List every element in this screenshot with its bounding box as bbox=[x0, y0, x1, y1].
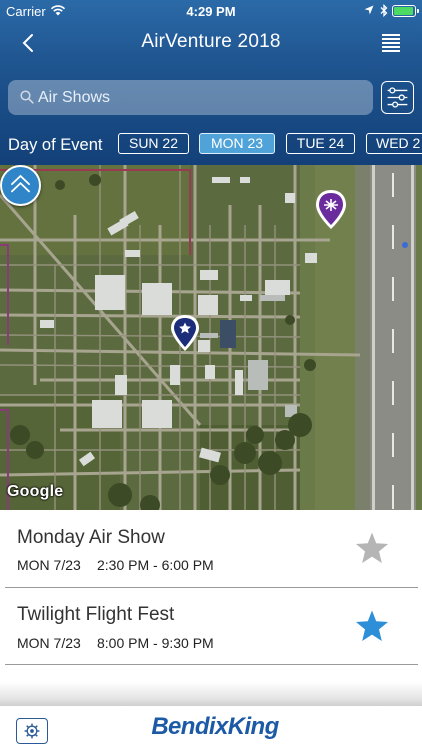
page-title: AirVenture 2018 bbox=[141, 31, 281, 52]
event-title: Monday Air Show bbox=[17, 527, 165, 548]
bendixking-logo: BendixKing bbox=[151, 713, 280, 740]
menu-line-icon bbox=[382, 38, 400, 40]
favorite-star-icon[interactable] bbox=[355, 532, 389, 564]
footer-bar: BendixKing bbox=[0, 706, 422, 750]
filter-settings-button[interactable] bbox=[381, 81, 414, 114]
menu-line-icon bbox=[382, 46, 400, 48]
battery-level bbox=[394, 7, 413, 15]
event-time: 2:30 PM - 6:00 PM bbox=[97, 557, 214, 573]
day-chip-mon[interactable]: MON 23 bbox=[199, 133, 275, 154]
menu-line-icon bbox=[382, 34, 400, 36]
day-chip-wed[interactable]: WED 2 bbox=[366, 133, 422, 154]
day-chip-sun[interactable]: SUN 22 bbox=[118, 133, 189, 154]
footer-shadow bbox=[0, 682, 422, 706]
google-attribution: Google bbox=[7, 483, 64, 500]
menu-line-icon bbox=[382, 42, 400, 44]
search-input[interactable] bbox=[38, 80, 358, 115]
row-divider bbox=[5, 664, 418, 665]
app-header: Carrier 4:29 PM AirVenture 2018 Air Show… bbox=[0, 0, 422, 165]
bluetooth-icon bbox=[380, 4, 388, 17]
satellite-map-image bbox=[0, 165, 422, 510]
event-date: MON 7/23 bbox=[17, 635, 81, 651]
event-time: 8:00 PM - 9:30 PM bbox=[97, 635, 214, 651]
status-bar: Carrier 4:29 PM bbox=[0, 0, 422, 22]
search-icon bbox=[20, 90, 34, 104]
recenter-up-button[interactable] bbox=[0, 165, 41, 206]
search-bar[interactable] bbox=[8, 80, 373, 115]
event-title: Twilight Flight Fest bbox=[17, 604, 175, 625]
menu-button[interactable] bbox=[382, 33, 402, 52]
favorite-star-icon[interactable] bbox=[355, 610, 389, 642]
settings-button[interactable] bbox=[16, 718, 48, 744]
location-arrow-icon bbox=[364, 5, 374, 15]
battery-icon bbox=[392, 5, 419, 17]
event-map[interactable]: Google bbox=[0, 165, 422, 510]
day-chip-tue[interactable]: TUE 24 bbox=[286, 133, 355, 154]
status-time: 4:29 PM bbox=[186, 4, 236, 19]
menu-line-icon bbox=[382, 50, 400, 52]
event-date: MON 7/23 bbox=[17, 557, 81, 573]
event-row-monday-air-show[interactable]: Monday Air Show MON 7/23 2:30 PM - 6:00 … bbox=[0, 510, 422, 588]
day-of-event-label: Day of Event bbox=[8, 136, 103, 154]
brand-name: BendixKing bbox=[151, 713, 279, 740]
event-row-twilight-flight-fest[interactable]: Twilight Flight Fest MON 7/23 8:00 PM - … bbox=[0, 588, 422, 666]
